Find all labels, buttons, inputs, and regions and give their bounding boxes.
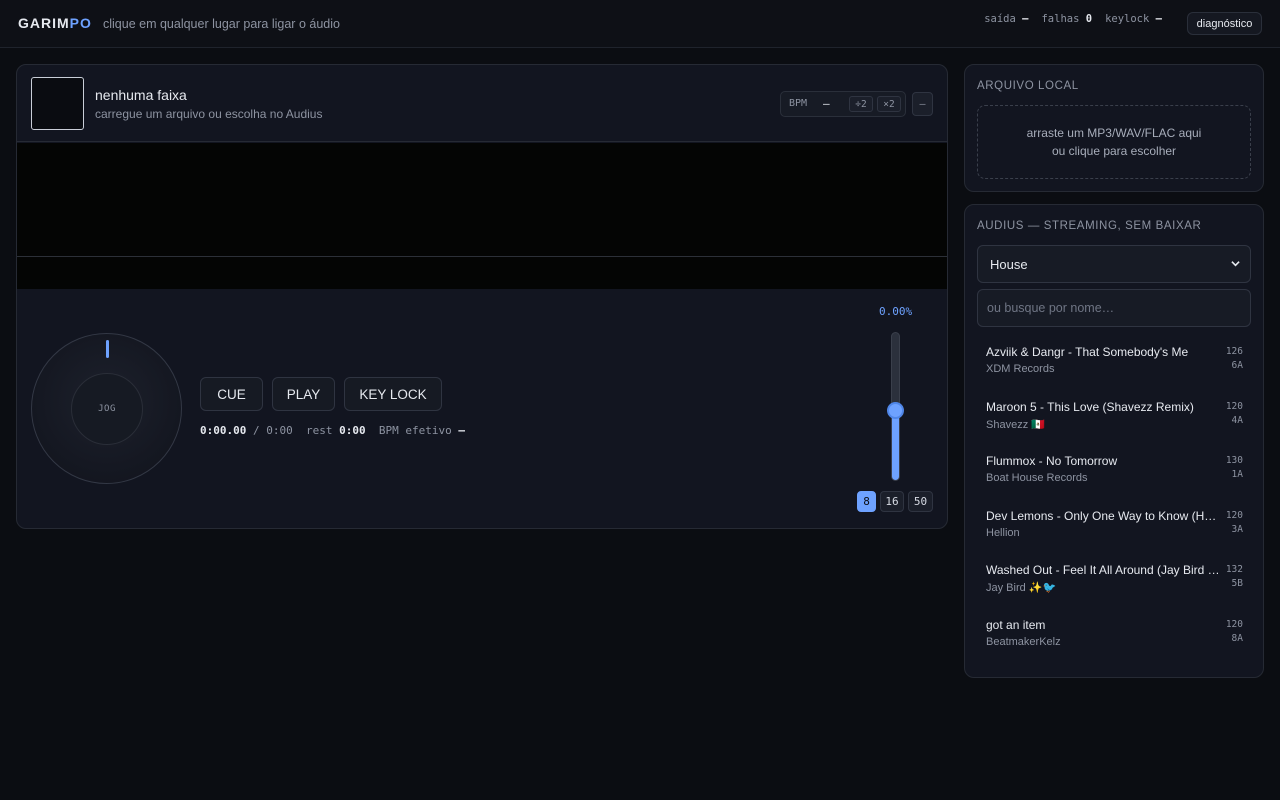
jog-label: JOG xyxy=(71,373,143,445)
status-output-label: saída xyxy=(984,13,1016,25)
jog-wheel[interactable]: JOG xyxy=(31,333,182,484)
time-rest: 0:00 xyxy=(339,424,366,437)
audio-hint: clique em qualquer lugar para ligar o áu… xyxy=(103,17,340,31)
track-item-title: Flummox - No Tomorrow xyxy=(986,454,1118,468)
diagnostics-button[interactable]: diagnóstico xyxy=(1187,12,1262,35)
status-failures-value: 0 xyxy=(1085,13,1093,25)
genre-select[interactable]: House xyxy=(977,245,1251,283)
track-item-key: 1A xyxy=(1231,469,1243,480)
cover-art xyxy=(31,77,84,130)
local-file-title: ARQUIVO LOCAL xyxy=(977,80,1079,92)
track-item-title: Washed Out - Feel It All Around (Jay Bir… xyxy=(986,563,1222,577)
track-item-bpm: 126 xyxy=(1225,346,1243,357)
track-list-item[interactable]: Flummox - No Tomorrow Boat House Records 1… xyxy=(977,446,1255,501)
cue-button[interactable]: CUE xyxy=(200,377,263,411)
status-failures: falhas 0 xyxy=(1041,13,1092,25)
time-duration: 0:00 xyxy=(266,424,293,437)
time-position: 0:00.00 xyxy=(200,424,247,437)
logo-accent: PO xyxy=(69,15,92,31)
status-keylock-value: – xyxy=(1155,13,1162,25)
track-item-bpm: 132 xyxy=(1225,564,1243,575)
time-readout: 0:00.00 / 0:00 rest 0:00 BPM efetivo – xyxy=(200,424,465,437)
track-item-bpm: 130 xyxy=(1225,455,1243,466)
status-keylock: keylock – xyxy=(1105,13,1162,25)
track-item-bpm: 120 xyxy=(1225,618,1243,630)
track-item-key: 6A xyxy=(1231,360,1243,371)
track-item-artist: Boat House Records xyxy=(986,472,1088,484)
key-lock-button[interactable]: KEY LOCK xyxy=(344,377,442,411)
track-item-key: 8A xyxy=(1231,632,1243,644)
drop-line-1: arraste um MP3/WAV/FLAC aqui xyxy=(1026,126,1202,140)
track-item-artist: BeatmakerKelz xyxy=(986,635,1061,648)
top-bar: GARIMPO clique em qualquer lugar para li… xyxy=(0,0,1280,48)
pitch-slider-handle[interactable] xyxy=(887,402,904,419)
audius-title: AUDIUS — STREAMING, SEM BAIXAR xyxy=(977,220,1202,232)
waveform-display[interactable] xyxy=(17,143,947,256)
chevron-down-icon xyxy=(1231,261,1240,267)
local-file-panel: ARQUIVO LOCAL arraste um MP3/WAV/FLAC aq… xyxy=(964,64,1264,192)
bpm-label: BPM xyxy=(789,98,808,109)
track-item-artist: Shavezz 🇲🇽 xyxy=(986,418,1045,431)
time-rest-label: rest xyxy=(292,424,340,437)
genre-select-value: House xyxy=(990,257,1028,272)
track-list: Azviik & Dangr - That Somebody's Me XDM R… xyxy=(977,337,1255,664)
track-list-item[interactable]: Washed Out - Feel It All Around (Jay Bir… xyxy=(977,555,1255,610)
status-bar: saída – falhas 0 keylock – xyxy=(984,13,1162,25)
audius-panel: AUDIUS — STREAMING, SEM BAIXAR House Azv… xyxy=(964,204,1264,678)
track-item-artist: Hellion xyxy=(986,526,1020,539)
track-list-item[interactable]: Azviik & Dangr - That Somebody's Me XDM R… xyxy=(977,337,1255,392)
waveform-overview[interactable] xyxy=(17,256,947,289)
pitch-percent: 0.00% xyxy=(879,305,913,318)
track-item-artist: Jay Bird ✨🐦 xyxy=(986,582,1057,594)
track-item-bpm: 120 xyxy=(1225,400,1243,412)
bpm-value: – xyxy=(823,97,830,110)
track-item-artist: XDM Records xyxy=(986,363,1055,375)
status-keylock-label: keylock xyxy=(1105,13,1150,25)
track-item-key: 4A xyxy=(1231,414,1243,426)
bpm-effective-value: – xyxy=(458,424,465,437)
track-item-key: 5B xyxy=(1231,578,1243,589)
logo-main: GARIM xyxy=(18,15,70,31)
app-logo: GARIMPO xyxy=(18,15,92,31)
track-item-title: got an item xyxy=(986,617,1046,632)
file-drop-zone[interactable]: arraste um MP3/WAV/FLAC aqui ou clique p… xyxy=(977,105,1251,179)
bpm-half-button[interactable]: ÷2 xyxy=(849,96,873,112)
status-failures-label: falhas xyxy=(1041,13,1080,25)
status-output: saída – xyxy=(984,13,1028,25)
track-list-item[interactable]: got an item BeatmakerKelz 120 8A xyxy=(977,610,1255,665)
bpm-effective-label: BPM efetivo xyxy=(365,424,459,437)
track-title: nenhuma faixa xyxy=(95,87,187,103)
track-item-bpm: 120 xyxy=(1225,509,1243,521)
track-subtitle: carregue um arquivo ou escolha no Audius xyxy=(95,107,323,121)
time-separator: / xyxy=(246,424,267,437)
track-list-item[interactable]: Maroon 5 - This Love (Shavezz Remix) Shav… xyxy=(977,392,1255,447)
track-list-item[interactable]: Dev Lemons - Only One Way to Know (Helli… xyxy=(977,501,1255,556)
jog-marker xyxy=(106,340,109,358)
deck-extra-button[interactable]: – xyxy=(912,92,933,116)
status-output-value: – xyxy=(1022,13,1029,25)
bpm-double-button[interactable]: ×2 xyxy=(877,96,901,112)
search-input[interactable] xyxy=(977,289,1251,327)
deck-panel: nenhuma faixa carregue um arquivo ou esc… xyxy=(16,64,948,529)
deck-header: nenhuma faixa carregue um arquivo ou esc… xyxy=(17,65,947,142)
play-button[interactable]: PLAY xyxy=(272,377,335,411)
bpm-control: BPM – ÷2 ×2 xyxy=(780,91,906,117)
track-item-title: Dev Lemons - Only One Way to Know (Helli… xyxy=(986,508,1222,523)
track-item-title: Azviik & Dangr - That Somebody's Me xyxy=(986,345,1189,359)
pitch-range-16[interactable]: 16 xyxy=(880,491,904,512)
pitch-range-8[interactable]: 8 xyxy=(857,491,876,512)
track-item-key: 3A xyxy=(1231,523,1243,535)
drop-line-2: ou clique para escolher xyxy=(1051,144,1177,158)
track-item-title: Maroon 5 - This Love (Shavezz Remix) xyxy=(986,399,1194,414)
pitch-range-50[interactable]: 50 xyxy=(908,491,933,512)
